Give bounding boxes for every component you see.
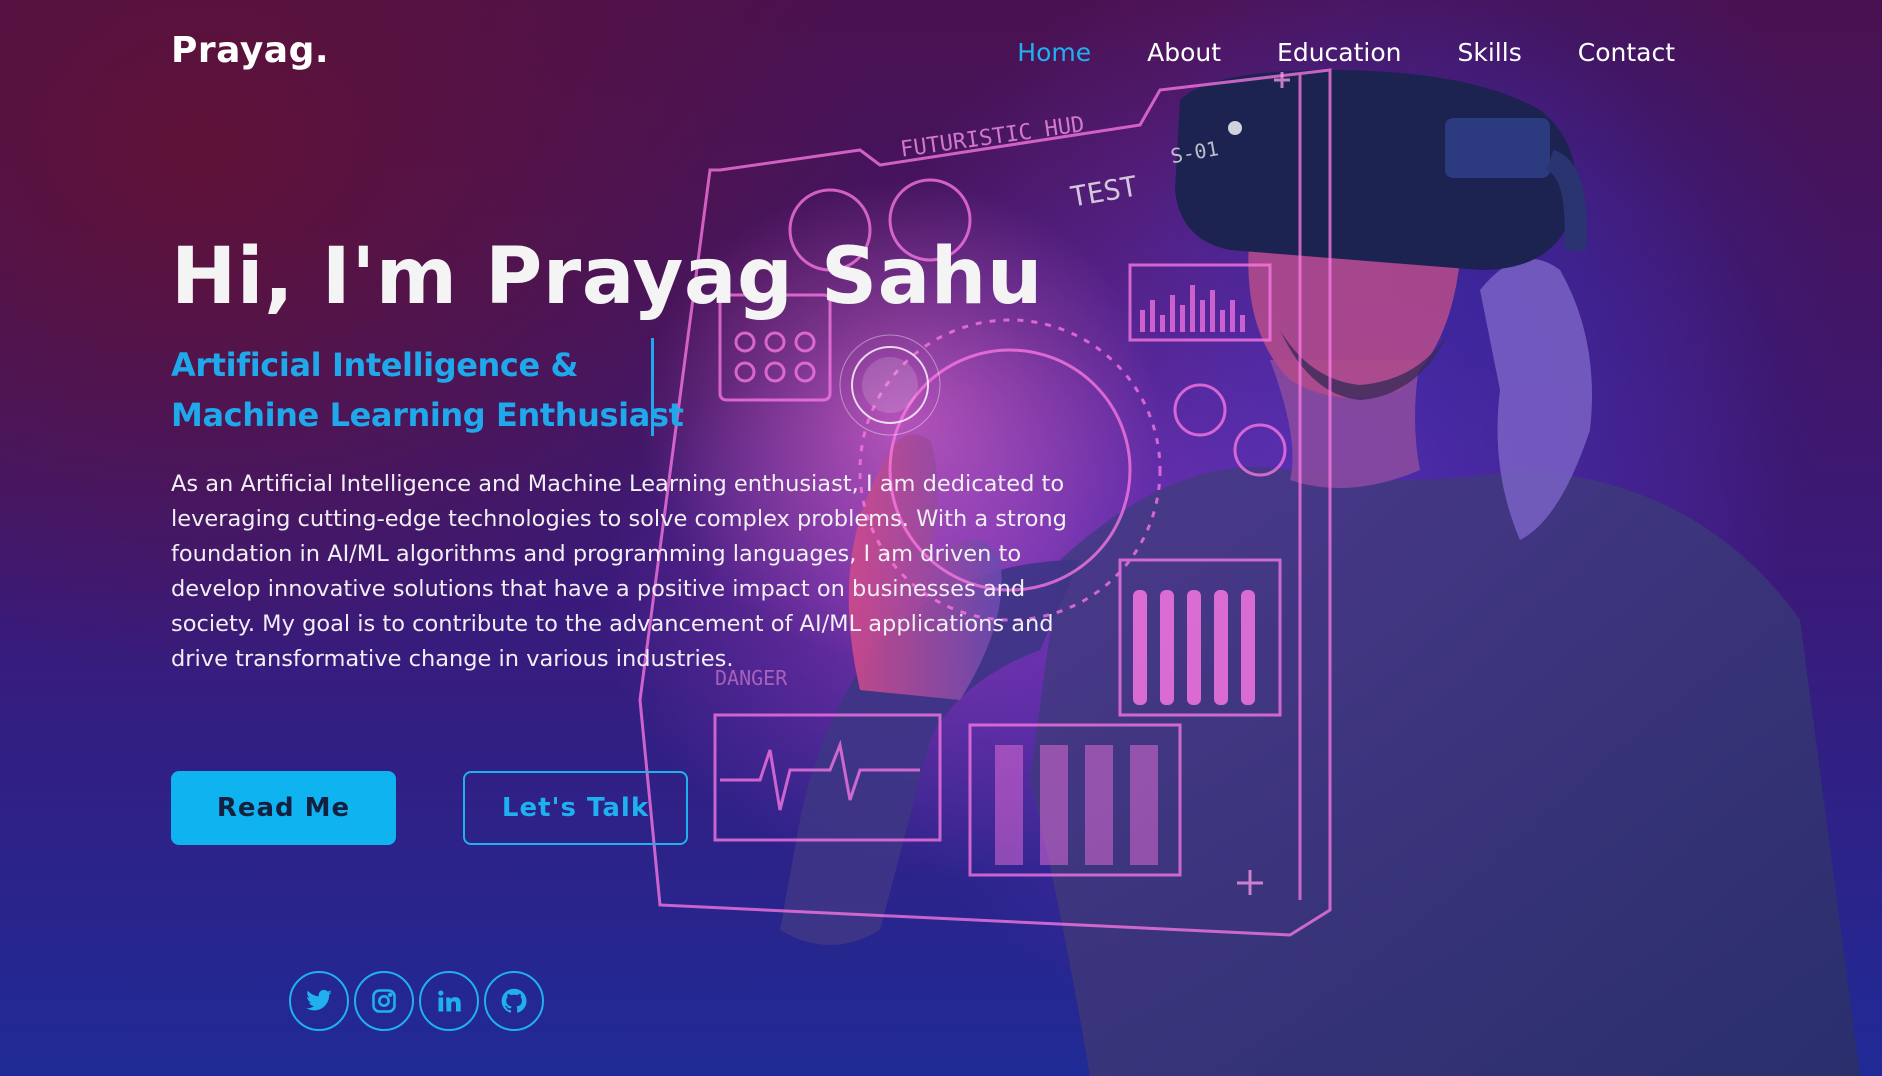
site-logo[interactable]: Prayag. xyxy=(171,30,329,71)
github-icon xyxy=(501,988,527,1013)
hero-title: Hi, I'm Prayag Sahu xyxy=(171,232,1043,322)
hero-subtitle-line-2: Machine Learning Enthusiast xyxy=(171,396,684,434)
nav-link-education[interactable]: Education xyxy=(1277,38,1401,67)
nav-link-about[interactable]: About xyxy=(1147,38,1221,67)
linkedin-icon xyxy=(438,990,461,1012)
hud-label-futuristic: FUTURISTIC HUD xyxy=(899,112,1086,163)
typing-cursor xyxy=(651,338,654,436)
github-link[interactable] xyxy=(484,971,544,1031)
read-me-button[interactable]: Read Me xyxy=(171,771,396,845)
main-nav: Home About Education Skills Contact xyxy=(1017,38,1675,67)
lets-talk-button[interactable]: Let's Talk xyxy=(463,771,688,845)
twitter-icon xyxy=(306,989,332,1011)
hud-label-test: TEST xyxy=(1068,169,1140,213)
site-header: Prayag. Home About Education Skills Cont… xyxy=(0,0,1882,108)
instagram-link[interactable] xyxy=(354,971,414,1031)
person-face xyxy=(1248,220,1460,398)
nav-link-skills[interactable]: Skills xyxy=(1458,38,1522,67)
hud-label-s01: S-01 xyxy=(1169,136,1221,168)
nav-link-contact[interactable]: Contact xyxy=(1578,38,1675,67)
hero-subtitle: Artificial Intelligence & Machine Learni… xyxy=(171,340,684,440)
hero-intro-text: As an Artificial Intelligence and Machin… xyxy=(171,471,1067,672)
hero-subtitle-line-1: Artificial Intelligence & xyxy=(171,346,579,384)
social-links xyxy=(289,971,544,1031)
linkedin-link[interactable] xyxy=(419,971,479,1031)
instagram-icon xyxy=(372,989,396,1013)
person-torso xyxy=(1030,466,1860,1076)
nav-link-home[interactable]: Home xyxy=(1017,38,1091,67)
twitter-link[interactable] xyxy=(289,971,349,1031)
